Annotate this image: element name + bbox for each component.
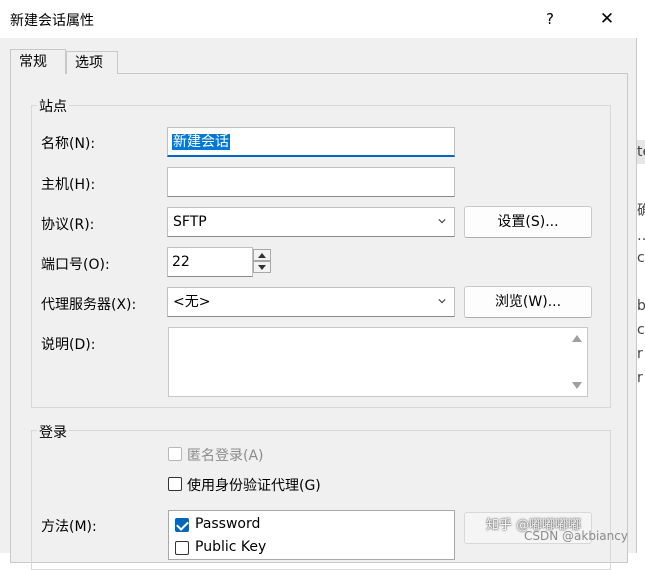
login-group-title: 登录 [37, 422, 69, 442]
protocol-select[interactable]: SFTP [167, 207, 455, 237]
bg-glyph: c [637, 322, 645, 338]
bg-glyph: r [637, 346, 643, 362]
browse-button[interactable]: 浏览(W)... [464, 286, 592, 318]
protocol-select-value: SFTP [173, 214, 207, 230]
port-decrement-button[interactable] [253, 261, 271, 273]
description-textarea[interactable] [168, 327, 588, 397]
protocol-label: 协议(R): [41, 217, 95, 233]
name-input-value: 新建会话 [172, 134, 230, 150]
method-password-checkbox[interactable] [175, 518, 189, 532]
auth-agent-checkbox[interactable] [168, 477, 182, 491]
help-button[interactable]: ? [536, 6, 564, 32]
bg-glyph: b [637, 298, 645, 314]
session-properties-dialog: 新建会话属性 ? ✕ 常规 选项 站点 名称(N): 新建会话 主机(H): 协… [0, 0, 637, 570]
settings-button[interactable]: 设置(S)... [464, 206, 592, 238]
title-bar: 新建会话属性 ? ✕ [0, 0, 637, 38]
site-group-title: 站点 [37, 96, 69, 116]
port-label: 端口号(O): [41, 257, 110, 273]
host-label: 主机(H): [41, 177, 96, 193]
port-input[interactable]: 22 [167, 247, 253, 277]
scroll-down-icon[interactable] [572, 382, 582, 389]
bg-glyph: c [637, 250, 645, 266]
anonymous-login-checkbox[interactable] [168, 447, 182, 461]
bg-glyph: te [637, 140, 645, 164]
auth-agent-label: 使用身份验证代理(G) [187, 478, 321, 494]
scroll-up-icon[interactable] [572, 335, 582, 342]
method-label: 方法(M): [41, 519, 97, 535]
chevron-down-icon [438, 299, 446, 304]
name-input[interactable]: 新建会话 [167, 127, 455, 157]
chevron-down-icon [438, 219, 446, 224]
tab-options[interactable]: 选项 [66, 51, 118, 74]
background-window-edge: te 确 … c b c r r [637, 0, 645, 553]
anonymous-login-label: 匿名登录(A) [187, 448, 264, 464]
host-input[interactable] [167, 167, 455, 197]
proxy-select-value: <无> [173, 294, 211, 310]
name-label: 名称(N): [41, 136, 96, 152]
arrow-down-icon [258, 265, 266, 270]
bg-glyph: 确 [637, 203, 645, 219]
proxy-select[interactable]: <无> [167, 287, 455, 317]
port-increment-button[interactable] [253, 249, 271, 261]
window-title: 新建会话属性 [10, 13, 94, 29]
check-icon [176, 518, 189, 531]
bg-glyph: r [637, 370, 643, 386]
proxy-label: 代理服务器(X): [41, 297, 137, 313]
bg-glyph: … [637, 228, 645, 244]
close-button[interactable]: ✕ [592, 6, 622, 32]
watermark-csdn: CSDN @akbiancy [524, 529, 628, 543]
description-label: 说明(D): [41, 337, 96, 353]
method-password-label: Password [195, 516, 261, 532]
tab-general[interactable]: 常规 [10, 49, 66, 74]
arrow-up-icon [258, 253, 266, 258]
